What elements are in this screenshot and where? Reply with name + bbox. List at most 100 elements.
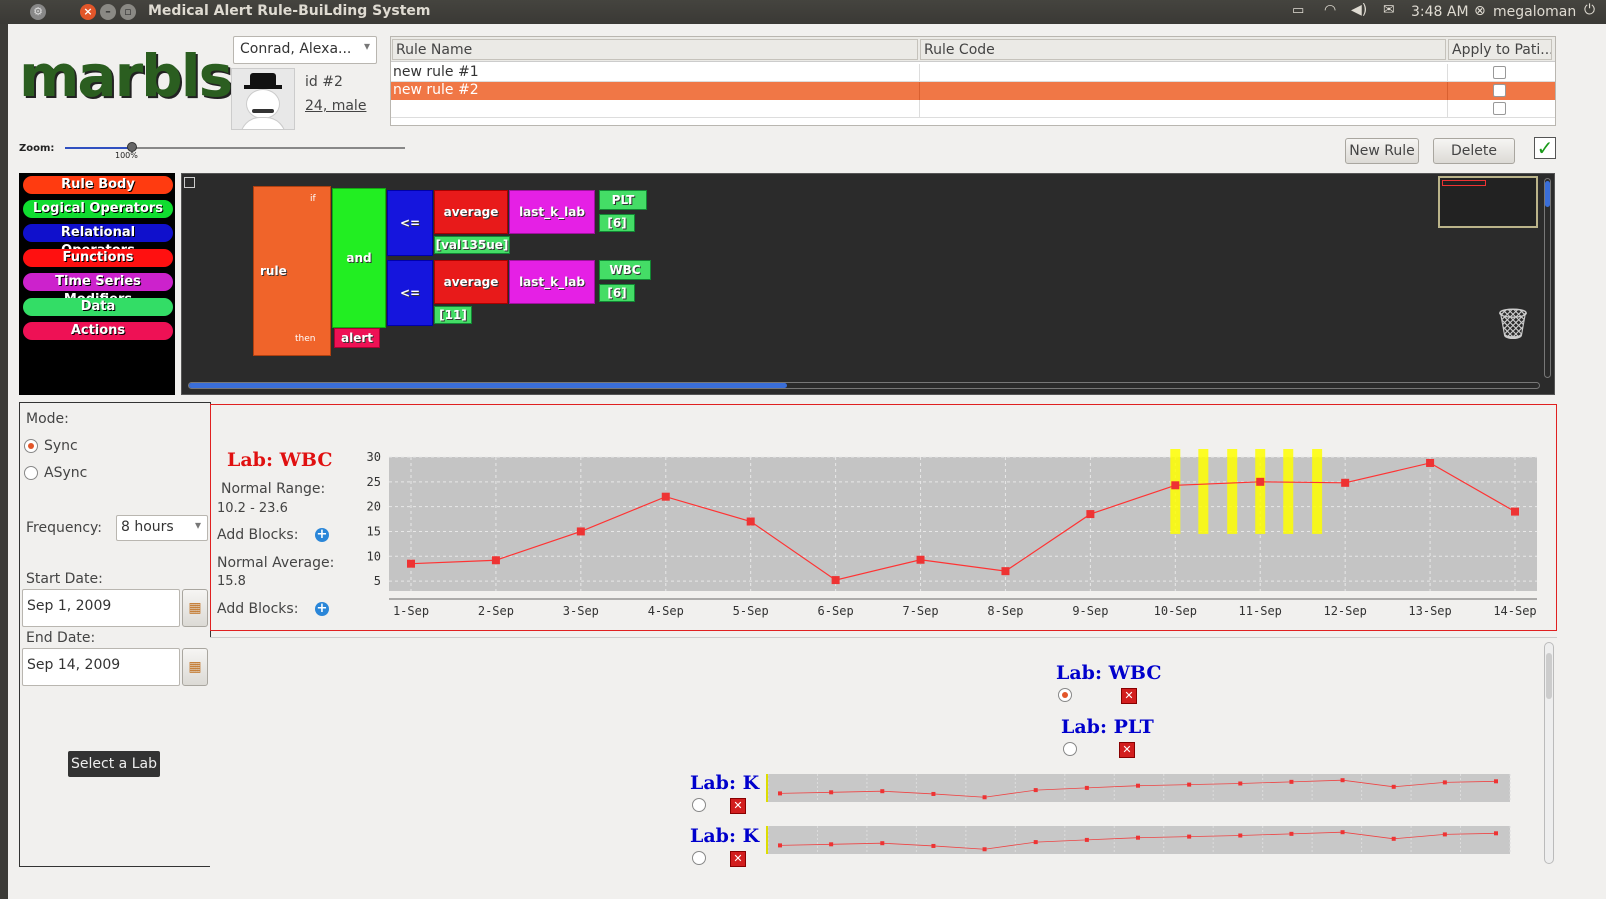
average-block-2[interactable]: average	[434, 260, 508, 304]
k-value-block-2[interactable]: [6]	[599, 284, 635, 302]
category-rule-body[interactable]: Rule Body	[23, 176, 173, 194]
close-window-button[interactable]: ×	[80, 4, 96, 20]
value-block-2[interactable]: [11]	[434, 306, 472, 324]
y-tick-label: 25	[367, 475, 381, 489]
apply-checkbox[interactable]	[1493, 102, 1506, 115]
patient-select[interactable]: Conrad, Alexa... ▾	[233, 36, 377, 64]
apply-checkbox[interactable]	[1493, 66, 1506, 79]
zoom-slider[interactable]	[65, 142, 405, 152]
ubuntu-logo-icon[interactable]: ⚙	[30, 4, 46, 20]
mail-icon[interactable]: ✉	[1383, 2, 1395, 18]
lab-k2-mini-chart[interactable]	[766, 824, 1512, 856]
lab-k1-mini-chart[interactable]	[766, 772, 1512, 804]
volume-icon[interactable]: ◀)	[1351, 2, 1367, 18]
table-row-selected[interactable]: new rule #2	[391, 82, 1555, 100]
mini-data-point	[880, 789, 885, 794]
value-block-1[interactable]: [val135ue]	[434, 236, 510, 254]
sync-label[interactable]: Sync	[44, 438, 78, 454]
trash-icon[interactable]: 🗑	[1494, 306, 1532, 344]
and-block[interactable]: and	[332, 188, 386, 328]
end-date-field[interactable]: Sep 14, 2009	[22, 648, 180, 686]
user-name[interactable]: megaloman	[1493, 4, 1576, 20]
remove-lab-plt-icon[interactable]: ✕	[1119, 742, 1135, 758]
category-relational-operators[interactable]: Relational Operators	[23, 224, 173, 258]
column-header-rule-name[interactable]: Rule Name	[392, 39, 918, 60]
remove-lab-wbc-icon[interactable]: ✕	[1121, 688, 1137, 704]
category-functions[interactable]: Functions	[23, 249, 173, 267]
x-tick-label: 11-Sep	[1239, 604, 1282, 618]
start-date-field[interactable]: Sep 1, 2009	[22, 589, 180, 627]
calendar-icon[interactable]: ▦	[182, 589, 208, 627]
rule-workspace[interactable]: rule if then and <= <= average average l…	[181, 173, 1555, 395]
alert-highlight-bar	[1198, 449, 1209, 534]
calendar-icon[interactable]: ▦	[182, 648, 208, 686]
average-block-2-label: average	[443, 275, 499, 289]
alert-block-label: alert	[340, 331, 373, 345]
frequency-select[interactable]: 8 hours ▾	[116, 515, 208, 541]
lab-plt-radio[interactable]	[1063, 742, 1077, 756]
mini-data-point	[1084, 837, 1089, 842]
async-label[interactable]: ASync	[44, 465, 87, 481]
new-rule-button[interactable]: New Rule	[1345, 138, 1419, 164]
workspace-vscroll[interactable]	[1544, 178, 1551, 378]
mini-data-point	[1442, 832, 1447, 837]
add-blocks-plus-icon[interactable]: +	[315, 602, 329, 616]
lab-k1-radio[interactable]	[692, 798, 706, 812]
user-icon: ⊗	[1474, 3, 1486, 19]
le-block-1[interactable]: <=	[387, 190, 433, 256]
workspace-hscroll-thumb[interactable]	[189, 383, 787, 388]
sync-radio[interactable]	[24, 439, 38, 453]
category-actions[interactable]: Actions	[23, 322, 173, 340]
column-header-apply[interactable]: Apply to Pati...	[1448, 39, 1552, 60]
apply-checkbox[interactable]	[1493, 84, 1506, 97]
alert-block[interactable]: alert	[334, 328, 380, 348]
async-radio[interactable]	[24, 466, 38, 480]
table-row[interactable]	[391, 100, 1555, 118]
if-label: if	[310, 194, 316, 204]
collapse-icon[interactable]	[184, 177, 195, 188]
check-icon[interactable]: ✓	[1534, 137, 1556, 159]
column-header-rule-code[interactable]: Rule Code	[920, 39, 1446, 60]
control-panel: Mode: Sync ASync Frequency: 8 hours ▾ St…	[19, 402, 211, 867]
maximize-window-button[interactable]: ▫	[120, 4, 136, 20]
rules-table: Rule Name Rule Code Apply to Pati... new…	[390, 36, 1556, 126]
lab-list-title-plt: Lab: PLT	[1061, 716, 1154, 738]
delete-button[interactable]: Delete	[1433, 138, 1515, 164]
category-logical-operators[interactable]: Logical Operators	[23, 200, 173, 218]
mini-data-point	[778, 843, 782, 848]
plt-block[interactable]: PLT	[599, 190, 647, 210]
workspace-hscroll[interactable]	[188, 382, 1540, 389]
last-k-lab-block-1[interactable]: last_k_lab	[509, 190, 595, 234]
table-row[interactable]: new rule #1	[391, 64, 1555, 82]
minimize-window-button[interactable]: –	[100, 4, 116, 20]
workspace-minimap[interactable]	[1438, 176, 1538, 228]
y-tick-label: 30	[367, 450, 381, 464]
wbc-block[interactable]: WBC	[599, 260, 651, 280]
clock-time[interactable]: 3:48 AM	[1411, 4, 1469, 20]
k-value-block-1[interactable]: [6]	[599, 214, 635, 232]
mini-data-point	[1136, 835, 1140, 840]
lab-wbc-radio[interactable]	[1058, 688, 1072, 702]
category-data[interactable]: Data	[23, 298, 173, 316]
workspace-vscroll-thumb[interactable]	[1545, 181, 1550, 207]
remove-lab-k2-icon[interactable]: ✕	[730, 851, 746, 867]
last-k-lab-block-2[interactable]: last_k_lab	[509, 260, 595, 304]
add-blocks-plus-icon[interactable]: +	[315, 528, 329, 542]
power-icon[interactable]: ⏻	[1584, 2, 1595, 18]
category-time-series-modifiers[interactable]: Time Series Modifiers	[23, 273, 173, 307]
wbc-data-point	[1511, 507, 1519, 516]
remove-lab-k1-icon[interactable]: ✕	[730, 798, 746, 814]
x-tick-label: 5-Sep	[733, 604, 769, 618]
mini-data-point	[1238, 833, 1243, 838]
select-lab-button[interactable]: Select a Lab	[68, 751, 160, 777]
lab-k2-radio[interactable]	[692, 851, 706, 865]
rule-block[interactable]: rule	[253, 186, 331, 356]
wbc-line-chart[interactable]: 5 10 15 20 25 30 1-Sep 2-Sep 3-Sep 4-Sep 5-Sep 6-Se…	[351, 445, 1551, 635]
le-block-2[interactable]: <=	[387, 260, 433, 326]
wbc-data-point	[1256, 477, 1265, 486]
lab-list-vscroll-thumb[interactable]	[1546, 653, 1552, 699]
wifi-icon[interactable]: ◠	[1324, 2, 1336, 18]
average-block-1[interactable]: average	[434, 190, 508, 234]
lab-list-vscroll[interactable]	[1544, 642, 1554, 864]
battery-icon[interactable]: ▭	[1292, 3, 1304, 18]
